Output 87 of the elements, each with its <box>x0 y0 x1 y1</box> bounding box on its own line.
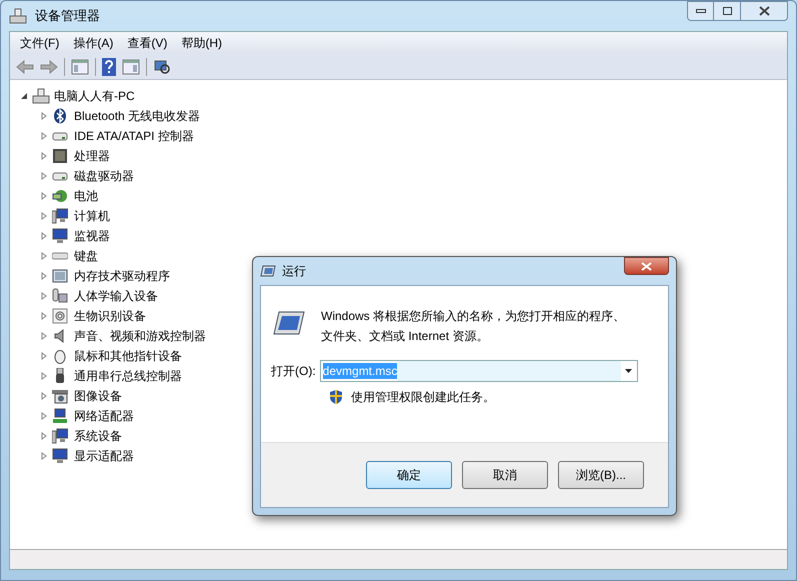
tree-item[interactable]: 图像设备 <box>74 387 122 405</box>
tree-item[interactable]: 计算机 <box>74 207 110 225</box>
collapsed-arrow-icon[interactable] <box>40 252 48 260</box>
monitor-icon <box>52 448 68 464</box>
forward-button[interactable] <box>40 60 58 74</box>
menu-item[interactable]: 查看(V) <box>127 34 168 52</box>
open-label: 打开(O): <box>271 363 316 380</box>
help-button[interactable] <box>102 58 116 76</box>
dialog-title: 运行 <box>282 263 306 280</box>
collapsed-arrow-icon[interactable] <box>40 212 48 220</box>
forward-arrow-icon <box>40 60 58 74</box>
scan-hardware-button[interactable] <box>153 58 171 76</box>
shield-icon <box>329 389 343 405</box>
back-button[interactable] <box>16 60 34 74</box>
network-icon <box>52 408 68 424</box>
help-icon <box>102 58 116 76</box>
tree-item[interactable]: Bluetooth 无线电收发器 <box>74 107 200 125</box>
collapsed-arrow-icon[interactable] <box>40 172 48 180</box>
run-icon <box>273 310 305 336</box>
collapsed-arrow-icon[interactable] <box>40 432 48 440</box>
collapsed-arrow-icon[interactable] <box>40 152 48 160</box>
mouse-icon <box>52 348 68 364</box>
collapsed-arrow-icon[interactable] <box>40 232 48 240</box>
tree-item[interactable]: 显示适配器 <box>74 447 134 465</box>
command-value: devmgmt.msc <box>322 363 398 379</box>
computer-icon <box>52 208 68 224</box>
tree-item[interactable]: 磁盘驱动器 <box>74 167 134 185</box>
fingerprint-icon <box>52 308 68 324</box>
dialog-button[interactable]: 确定 <box>366 461 452 489</box>
dialog-button[interactable]: 取消 <box>462 461 548 489</box>
tree-item[interactable]: 鼠标和其他指针设备 <box>74 347 182 365</box>
computer-icon <box>52 428 68 444</box>
memory-icon <box>52 268 68 284</box>
tree-item[interactable]: 网络适配器 <box>74 407 134 425</box>
close-icon <box>758 6 770 16</box>
computer-icon <box>32 87 50 105</box>
maximize-button[interactable] <box>714 1 741 21</box>
camera-icon <box>52 388 68 404</box>
tree-item[interactable]: 生物识别设备 <box>74 307 146 325</box>
close-button[interactable] <box>741 1 788 21</box>
tree-item[interactable]: 电脑人人有-PC <box>54 87 135 105</box>
collapsed-arrow-icon[interactable] <box>40 412 48 420</box>
minimize-button[interactable] <box>687 1 714 21</box>
monitor-icon <box>52 228 68 244</box>
collapsed-arrow-icon[interactable] <box>40 132 48 140</box>
tree-item[interactable]: 声音、视频和游戏控制器 <box>74 327 206 345</box>
tree-item[interactable]: 通用串行总线控制器 <box>74 367 182 385</box>
gamepad-icon <box>52 288 68 304</box>
collapsed-arrow-icon[interactable] <box>40 392 48 400</box>
collapsed-arrow-icon[interactable] <box>40 112 48 120</box>
dialog-button[interactable]: 浏览(B)... <box>558 461 644 489</box>
collapsed-arrow-icon[interactable] <box>40 192 48 200</box>
description-text: Windows 将根据您所输入的名称，为您打开相应的程序、文件夹、文档或 Internet 资源。 <box>321 308 626 345</box>
device-manager-icon <box>9 7 27 25</box>
tree-item[interactable]: 监视器 <box>74 227 110 245</box>
close-icon <box>641 262 652 270</box>
tree-item[interactable]: 键盘 <box>74 247 98 265</box>
close-button[interactable] <box>624 257 669 275</box>
collapsed-arrow-icon[interactable] <box>40 272 48 280</box>
tree-item[interactable]: IDE ATA/ATAPI 控制器 <box>74 127 194 145</box>
admin-note: 使用管理权限创建此任务。 <box>351 389 495 406</box>
expanded-arrow-icon[interactable] <box>20 92 28 100</box>
collapsed-arrow-icon[interactable] <box>40 452 48 460</box>
collapsed-arrow-icon[interactable] <box>40 312 48 320</box>
action-pane-button[interactable] <box>122 58 140 74</box>
collapsed-arrow-icon[interactable] <box>40 292 48 300</box>
window-title: 设备管理器 <box>35 7 100 26</box>
tree-item[interactable]: 人体学输入设备 <box>74 287 158 305</box>
panel-icon <box>71 58 89 74</box>
panel-icon <box>122 58 140 74</box>
chip-icon <box>52 148 68 164</box>
tree-item[interactable]: 内存技术驱动程序 <box>74 267 170 285</box>
tree-item[interactable]: 电池 <box>74 187 98 205</box>
menu-item[interactable]: 操作(A) <box>73 34 114 52</box>
bluetooth-icon <box>52 108 68 124</box>
collapsed-arrow-icon[interactable] <box>40 332 48 340</box>
tree-item[interactable]: 系统设备 <box>74 427 122 445</box>
back-arrow-icon <box>16 60 34 74</box>
monitor-search-icon <box>153 58 171 76</box>
collapsed-arrow-icon[interactable] <box>40 372 48 380</box>
menu-item[interactable]: 文件(F) <box>20 34 60 52</box>
menu-item[interactable]: 帮助(H) <box>181 34 222 52</box>
console-tree-button[interactable] <box>71 58 89 74</box>
collapsed-arrow-icon[interactable] <box>40 352 48 360</box>
tree-item[interactable]: 处理器 <box>74 147 110 165</box>
battery-icon <box>52 188 68 204</box>
run-icon <box>260 265 276 277</box>
